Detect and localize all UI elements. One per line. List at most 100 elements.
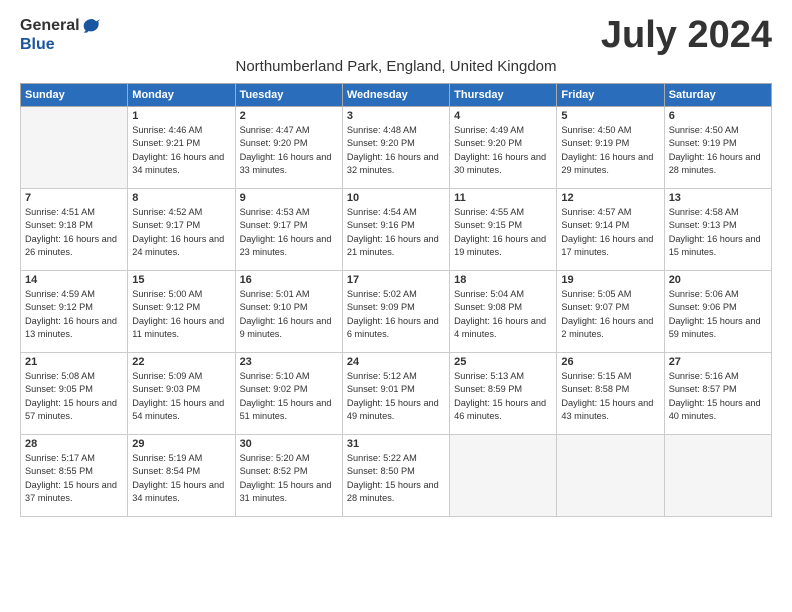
calendar-cell: 15Sunrise: 5:00 AMSunset: 9:12 PMDayligh… — [128, 271, 235, 353]
calendar-cell: 8Sunrise: 4:52 AMSunset: 9:17 PMDaylight… — [128, 189, 235, 271]
sunset: Sunset: 8:59 PM — [454, 384, 522, 394]
sunset: Sunset: 9:05 PM — [25, 384, 93, 394]
sunrise: Sunrise: 4:57 AM — [561, 207, 631, 217]
sunset: Sunset: 9:06 PM — [669, 302, 737, 312]
calendar-body: 1Sunrise: 4:46 AMSunset: 9:21 PMDaylight… — [21, 107, 772, 517]
header-friday: Friday — [557, 84, 664, 107]
calendar-table: Sunday Monday Tuesday Wednesday Thursday… — [20, 83, 772, 517]
daylight: Daylight: 16 hours and 15 minutes. — [669, 234, 761, 257]
sunset: Sunset: 9:19 PM — [669, 138, 737, 148]
daylight: Daylight: 15 hours and 57 minutes. — [25, 398, 117, 421]
sunrise: Sunrise: 4:54 AM — [347, 207, 417, 217]
sunset: Sunset: 9:20 PM — [454, 138, 522, 148]
sunset: Sunset: 9:01 PM — [347, 384, 415, 394]
day-info: Sunrise: 4:46 AMSunset: 9:21 PMDaylight:… — [132, 124, 230, 177]
day-info: Sunrise: 4:58 AM Sunset: 9:13 PM Daylight:… — [669, 206, 767, 259]
daylight: Daylight: 15 hours and 46 minutes. — [454, 398, 546, 421]
sunrise: Sunrise: 5:06 AM — [669, 289, 739, 299]
calendar-cell: 12Sunrise: 4:57 AMSunset: 9:14 PMDayligh… — [557, 189, 664, 271]
calendar-cell: 6 Sunrise: 4:50 AM Sunset: 9:19 PM Daylight… — [664, 107, 771, 189]
daylight: Daylight: 16 hours and 24 minutes. — [132, 234, 224, 257]
daylight: Daylight: 15 hours and 59 minutes. — [669, 316, 761, 339]
day-info: Sunrise: 4:59 AMSunset: 9:12 PMDaylight:… — [25, 288, 123, 341]
day-info: Sunrise: 4:52 AMSunset: 9:17 PMDaylight:… — [132, 206, 230, 259]
daylight: Daylight: 15 hours and 37 minutes. — [25, 480, 117, 503]
daylight: Daylight: 16 hours and 19 minutes. — [454, 234, 546, 257]
sunrise: Sunrise: 5:09 AM — [132, 371, 202, 381]
daylight: Daylight: 15 hours and 34 minutes. — [132, 480, 224, 503]
day-info: Sunrise: 4:51 AMSunset: 9:18 PMDaylight:… — [25, 206, 123, 259]
daylight: Daylight: 16 hours and 13 minutes. — [25, 316, 117, 339]
day-info: Sunrise: 5:01 AMSunset: 9:10 PMDaylight:… — [240, 288, 338, 341]
daylight: Daylight: 16 hours and 34 minutes. — [132, 152, 224, 175]
day-number: 9 — [240, 192, 338, 204]
day-info: Sunrise: 4:50 AM Sunset: 9:19 PM Daylight:… — [669, 124, 767, 177]
daylight: Daylight: 15 hours and 54 minutes. — [132, 398, 224, 421]
daylight: Daylight: 16 hours and 30 minutes. — [454, 152, 546, 175]
sunset: Sunset: 8:50 PM — [347, 466, 415, 476]
calendar-cell: 26Sunrise: 5:15 AMSunset: 8:58 PMDayligh… — [557, 353, 664, 435]
daylight: Daylight: 16 hours and 32 minutes. — [347, 152, 439, 175]
calendar-cell: 13Sunrise: 4:58 AMSunset: 9:13 PMDayligh… — [664, 189, 771, 271]
calendar-cell: 24Sunrise: 5:12 AMSunset: 9:01 PMDayligh… — [342, 353, 449, 435]
day-info: Sunrise: 5:00 AMSunset: 9:12 PMDaylight:… — [132, 288, 230, 341]
day-number: 26 — [561, 356, 659, 368]
sunset: Sunset: 9:20 PM — [240, 138, 308, 148]
logo: General Blue — [20, 16, 102, 54]
daylight: Daylight: 16 hours and 4 minutes. — [454, 316, 546, 339]
calendar-cell: 1Sunrise: 4:46 AMSunset: 9:21 PMDaylight… — [128, 107, 235, 189]
day-number: 19 — [561, 274, 659, 286]
sunset: Sunset: 9:17 PM — [240, 220, 308, 230]
calendar-cell: 3Sunrise: 4:48 AMSunset: 9:20 PMDaylight… — [342, 107, 449, 189]
sunset: Sunset: 8:55 PM — [25, 466, 93, 476]
daylight: Daylight: 16 hours and 6 minutes. — [347, 316, 439, 339]
daylight: Daylight: 16 hours and 2 minutes. — [561, 316, 653, 339]
sunrise: Sunrise: 4:49 AM — [454, 125, 524, 135]
day-info: Sunrise: 5:05 AMSunset: 9:07 PMDaylight:… — [561, 288, 659, 341]
header-wednesday: Wednesday — [342, 84, 449, 107]
calendar-cell: 7 Sunrise: 4:51 AMSunset: 9:18 PMDaylight… — [21, 189, 128, 271]
day-number: 5 — [561, 110, 659, 122]
calendar-cell: 28Sunrise: 5:17 AMSunset: 8:55 PMDayligh… — [21, 435, 128, 517]
week-row-0: 1Sunrise: 4:46 AMSunset: 9:21 PMDaylight… — [21, 107, 772, 189]
sunrise: Sunrise: 5:05 AM — [561, 289, 631, 299]
sunrise: Sunrise: 5:08 AM — [25, 371, 95, 381]
sunset: Sunset: 9:21 PM — [132, 138, 200, 148]
logo-general-text: General — [20, 17, 80, 35]
daylight: Daylight: 16 hours and 33 minutes. — [240, 152, 332, 175]
day-number: 6 — [669, 110, 767, 122]
daylight: Daylight: 16 hours and 29 minutes. — [561, 152, 653, 175]
day-number: 10 — [347, 192, 445, 204]
daylight: Daylight: 15 hours and 31 minutes. — [240, 480, 332, 503]
header-tuesday: Tuesday — [235, 84, 342, 107]
day-number: 31 — [347, 438, 445, 450]
daylight: Daylight: 16 hours and 28 minutes. — [669, 152, 761, 175]
day-info: Sunrise: 4:47 AM Sunset: 9:20 PM Daylight:… — [240, 124, 338, 177]
daylight: Daylight: 16 hours and 26 minutes. — [25, 234, 117, 257]
sunrise: Sunrise: 4:50 AM — [669, 125, 739, 135]
sunset: Sunset: 9:18 PM — [25, 220, 93, 230]
sunrise: Sunrise: 4:52 AM — [132, 207, 202, 217]
day-info: Sunrise: 4:55 AMSunset: 9:15 PMDaylight:… — [454, 206, 552, 259]
sunset: Sunset: 8:52 PM — [240, 466, 308, 476]
calendar-cell: 20 Sunrise: 5:06 AM Sunset: 9:06 PM Dayligh… — [664, 271, 771, 353]
sunrise: Sunrise: 5:04 AM — [454, 289, 524, 299]
day-info: Sunrise: 5:12 AMSunset: 9:01 PMDaylight:… — [347, 370, 445, 423]
day-info: Sunrise: 5:06 AM Sunset: 9:06 PM Daylight:… — [669, 288, 767, 341]
sunrise: Sunrise: 5:22 AM — [347, 453, 417, 463]
day-info: Sunrise: 5:17 AMSunset: 8:55 PMDaylight:… — [25, 452, 123, 505]
day-info: Sunrise: 4:53 AMSunset: 9:17 PMDaylight:… — [240, 206, 338, 259]
calendar-cell: 10Sunrise: 4:54 AMSunset: 9:16 PMDayligh… — [342, 189, 449, 271]
sunrise: Sunrise: 4:47 AM — [240, 125, 310, 135]
day-number: 20 — [669, 274, 767, 286]
sunrise: Sunrise: 5:00 AM — [132, 289, 202, 299]
sunrise: Sunrise: 4:55 AM — [454, 207, 524, 217]
day-number: 7 — [25, 192, 123, 204]
sunset: Sunset: 9:09 PM — [347, 302, 415, 312]
day-info: Sunrise: 5:20 AM Sunset: 8:52 PM Daylight:… — [240, 452, 338, 505]
sunrise: Sunrise: 5:20 AM — [240, 453, 310, 463]
day-number: 12 — [561, 192, 659, 204]
sunset: Sunset: 9:13 PM — [669, 220, 737, 230]
sunrise: Sunrise: 5:10 AM — [240, 371, 310, 381]
sunrise: Sunrise: 4:58 AM — [669, 207, 739, 217]
